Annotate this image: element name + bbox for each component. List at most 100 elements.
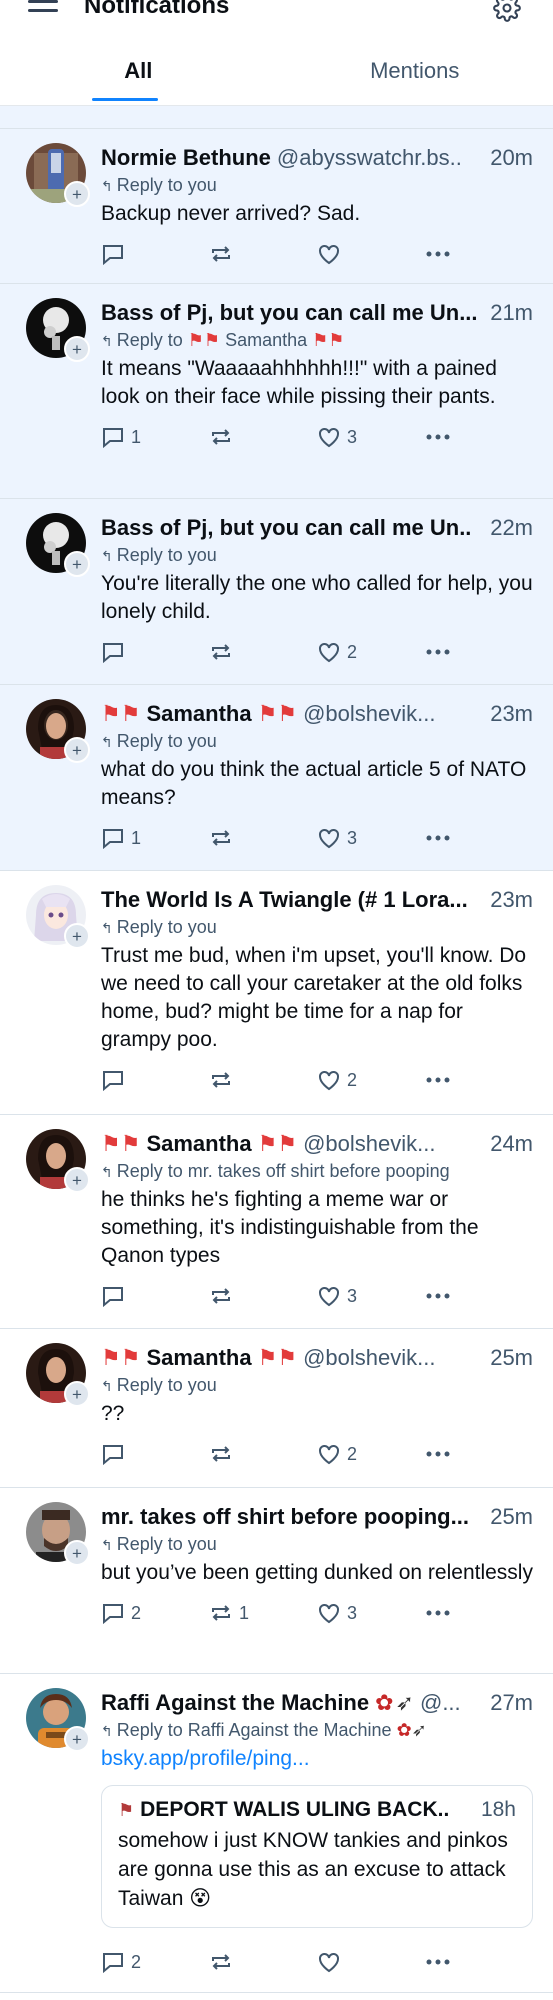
author-name[interactable]: Raffi Against the Machine xyxy=(101,1690,369,1716)
repost-button[interactable] xyxy=(209,827,317,849)
quoted-timestamp[interactable]: 18h xyxy=(475,1798,516,1822)
more-button[interactable] xyxy=(425,249,533,259)
author-name[interactable]: Normie Bethune xyxy=(101,145,271,171)
author-handle[interactable]: @bolshevik... xyxy=(303,701,435,727)
reply-context[interactable]: ↰ Reply to you xyxy=(101,175,533,196)
reply-button[interactable] xyxy=(101,243,209,265)
follow-plus-icon[interactable]: + xyxy=(64,551,90,577)
previous-item-edge xyxy=(0,106,553,129)
notification-item[interactable]: + ⚑⚑ Samantha ⚑⚑ @bolshevik... 23m ↰ Repl… xyxy=(0,685,553,871)
repost-button[interactable] xyxy=(209,1443,317,1465)
notification-item[interactable]: + Raffi Against the Machine ✿ ➶ @... 27m… xyxy=(0,1674,553,1993)
repost-icon xyxy=(212,429,230,445)
repost-button[interactable] xyxy=(209,1069,317,1091)
like-button[interactable]: 3 xyxy=(317,827,425,849)
follow-plus-icon[interactable]: + xyxy=(64,1167,90,1193)
reply-context[interactable]: ↰ Reply to Raffi Against the Machine ✿➶ xyxy=(101,1720,533,1741)
like-button[interactable]: 2 xyxy=(317,1069,425,1091)
like-button[interactable]: 2 xyxy=(317,641,425,663)
more-button[interactable] xyxy=(425,647,533,657)
reply-context[interactable]: ↰ Reply to you xyxy=(101,731,533,752)
reply-context[interactable]: ↰ Reply to ⚑⚑ Samantha ⚑⚑ xyxy=(101,330,533,351)
author-handle[interactable]: @bolshevik... xyxy=(303,1131,435,1157)
reply-icon xyxy=(103,829,123,849)
like-button[interactable] xyxy=(317,1951,425,1973)
follow-plus-icon[interactable]: + xyxy=(64,737,90,763)
more-button[interactable] xyxy=(425,432,533,442)
author-name[interactable]: Samantha xyxy=(146,701,251,727)
quoted-post[interactable]: ⚑ DEPORT WALIS ULING BACK.. 18h somehow … xyxy=(101,1785,533,1928)
like-button[interactable]: 3 xyxy=(317,426,425,448)
reply-button[interactable]: 1 xyxy=(101,426,209,448)
follow-plus-icon[interactable]: + xyxy=(64,336,90,362)
notification-item[interactable]: + Normie Bethune @abysswatchr.bs.. 20m ↰… xyxy=(0,129,553,284)
follow-plus-icon[interactable]: + xyxy=(64,1540,90,1566)
reply-button[interactable] xyxy=(101,1285,209,1307)
like-button[interactable]: 3 xyxy=(317,1602,425,1624)
like-button[interactable]: 3 xyxy=(317,1285,425,1307)
author-handle[interactable]: @... xyxy=(420,1690,461,1716)
more-button[interactable] xyxy=(425,833,533,843)
reply-button[interactable]: 2 xyxy=(101,1602,209,1624)
reply-context[interactable]: ↰ Reply to mr. takes off shirt before poo… xyxy=(101,1161,533,1182)
timestamp[interactable]: 25m xyxy=(486,1345,533,1371)
author-handle[interactable]: @bolshevik... xyxy=(303,1345,435,1371)
author-name[interactable]: The World Is A Twiangle (# 1 Lora... xyxy=(101,887,468,913)
author-name[interactable]: Samantha xyxy=(146,1131,251,1157)
post-actions: 2 1 3 xyxy=(101,1587,533,1639)
post-text: what do you think the actual article 5 o… xyxy=(101,758,527,809)
post-actions: 2 xyxy=(101,1054,533,1106)
reply-context[interactable]: ↰ Reply to you xyxy=(101,1534,533,1555)
gear-icon[interactable] xyxy=(493,0,521,22)
author-name[interactable]: Samantha xyxy=(146,1345,251,1371)
timestamp[interactable]: 27m xyxy=(486,1690,533,1716)
reply-button[interactable] xyxy=(101,1443,209,1465)
notification-item[interactable]: + ⚑⚑ Samantha ⚑⚑ @bolshevik... 25m ↰ Repl… xyxy=(0,1329,553,1488)
repost-button[interactable]: 1 xyxy=(209,1602,317,1624)
repost-button[interactable] xyxy=(209,243,317,265)
timestamp[interactable]: 23m xyxy=(486,887,533,913)
repost-button[interactable] xyxy=(209,426,317,448)
author-name[interactable]: Bass of Pj, but you can call me Un.. xyxy=(101,515,471,541)
timestamp[interactable]: 21m xyxy=(486,300,533,326)
profile-link[interactable]: bsky.app/profile/ping... xyxy=(101,1747,310,1770)
like-button[interactable]: 2 xyxy=(317,1443,425,1465)
reply-button[interactable] xyxy=(101,1069,209,1091)
quoted-author-name[interactable]: DEPORT WALIS ULING BACK.. xyxy=(140,1798,449,1822)
more-button[interactable] xyxy=(425,1449,533,1459)
tab-mentions[interactable]: Mentions xyxy=(277,52,553,105)
reply-arrow-icon: ↰ xyxy=(101,1378,113,1394)
notification-item[interactable]: + The World Is A Twiangle (# 1 Lora... 2… xyxy=(0,871,553,1115)
reply-button[interactable] xyxy=(101,641,209,663)
author-name[interactable]: Bass of Pj, but you can call me Un... xyxy=(101,300,478,326)
repost-button[interactable] xyxy=(209,1951,317,1973)
more-button[interactable] xyxy=(425,1075,533,1085)
notification-item[interactable]: + Bass of Pj, but you can call me Un.. 2… xyxy=(0,499,553,685)
repost-button[interactable] xyxy=(209,641,317,663)
reply-context[interactable]: ↰ Reply to you xyxy=(101,1375,533,1396)
reply-button[interactable]: 2 xyxy=(101,1951,209,1973)
more-button[interactable] xyxy=(425,1608,533,1618)
more-button[interactable] xyxy=(425,1957,533,1967)
notification-item[interactable]: + mr. takes off shirt before pooping... … xyxy=(0,1488,553,1674)
follow-plus-icon[interactable]: + xyxy=(64,923,90,949)
reply-context[interactable]: ↰ Reply to you xyxy=(101,917,533,938)
repost-button[interactable] xyxy=(209,1285,317,1307)
timestamp[interactable]: 20m xyxy=(486,145,533,171)
timestamp[interactable]: 24m xyxy=(486,1131,533,1157)
timestamp[interactable]: 23m xyxy=(486,701,533,727)
author-name[interactable]: mr. takes off shirt before pooping... xyxy=(101,1504,469,1530)
author-handle[interactable]: @abysswatchr.bs.. xyxy=(277,145,462,171)
notification-item[interactable]: + ⚑⚑ Samantha ⚑⚑ @bolshevik... 24m ↰ Repl… xyxy=(0,1115,553,1329)
follow-plus-icon[interactable]: + xyxy=(64,1726,90,1752)
follow-plus-icon[interactable]: + xyxy=(64,1381,90,1407)
like-button[interactable] xyxy=(317,243,425,265)
notification-item[interactable]: + Bass of Pj, but you can call me Un... … xyxy=(0,284,553,499)
reply-context[interactable]: ↰ Reply to you xyxy=(101,545,533,566)
timestamp[interactable]: 25m xyxy=(486,1504,533,1530)
menu-icon[interactable] xyxy=(28,0,58,14)
more-button[interactable] xyxy=(425,1291,533,1301)
timestamp[interactable]: 22m xyxy=(486,515,533,541)
follow-plus-icon[interactable]: + xyxy=(64,181,90,207)
reply-button[interactable]: 1 xyxy=(101,827,209,849)
